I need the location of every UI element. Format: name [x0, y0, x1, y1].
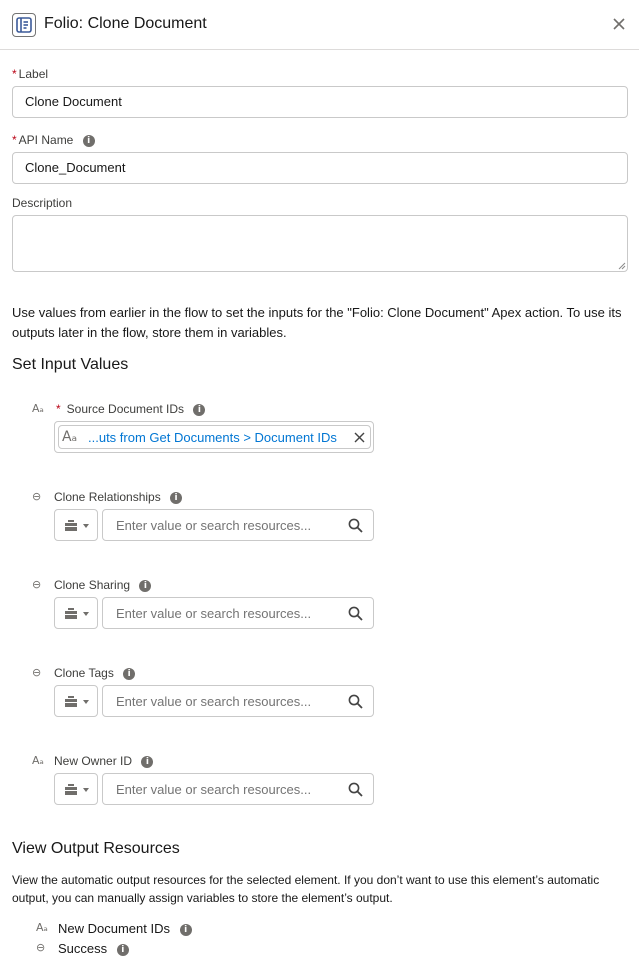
boolean-type-icon: ⊖ — [32, 490, 42, 503]
data-type-picker[interactable] — [54, 509, 98, 541]
text-type-icon: Aₐ — [32, 754, 44, 767]
boolean-type-icon: ⊖ — [32, 578, 42, 591]
new-owner-id-label: New Owner ID i — [54, 754, 154, 768]
chevron-down-icon — [83, 788, 89, 792]
clone-relationships-label: Clone Relationships i — [54, 490, 183, 504]
description-field-label: Description — [12, 196, 73, 210]
info-icon[interactable]: i — [82, 134, 95, 147]
description-textarea[interactable] — [12, 215, 628, 272]
info-icon[interactable]: i — [193, 403, 206, 416]
source-document-ids-label: * Source Document IDs i — [56, 402, 206, 416]
required-marker: * — [56, 402, 61, 416]
resource-search-box[interactable] — [102, 509, 374, 541]
resource-pill[interactable]: Aₐ ...uts from Get Documents > Document … — [58, 425, 371, 449]
resource-picker-icon — [65, 608, 77, 619]
data-type-picker[interactable] — [54, 597, 98, 629]
clone-sharing-label: Clone Sharing i — [54, 578, 152, 592]
chevron-down-icon — [83, 700, 89, 704]
source-document-ids-input[interactable]: Aₐ ...uts from Get Documents > Document … — [54, 421, 374, 453]
info-icon[interactable]: i — [123, 667, 136, 680]
data-type-picker[interactable] — [54, 685, 98, 717]
close-icon[interactable] — [611, 16, 627, 32]
search-icon — [348, 606, 363, 621]
text-type-icon: Aₐ — [32, 402, 44, 415]
info-icon[interactable]: i — [139, 579, 152, 592]
data-type-picker[interactable] — [54, 773, 98, 805]
clone-tags-input[interactable] — [104, 687, 340, 715]
clone-relationships-input[interactable] — [104, 511, 340, 539]
required-marker: * — [12, 133, 17, 147]
resource-search-box[interactable] — [102, 685, 374, 717]
search-icon — [348, 782, 363, 797]
boolean-type-icon: ⊖ — [32, 666, 42, 679]
api-name-input[interactable]: Clone_Document — [12, 152, 628, 184]
label-field-label: * Label — [12, 67, 49, 81]
resource-search-box[interactable] — [102, 597, 374, 629]
required-marker: * — [12, 67, 17, 81]
info-icon[interactable]: i — [116, 943, 129, 956]
flow-action-icon — [12, 13, 36, 37]
resource-picker-icon — [65, 784, 77, 795]
api-name-field-label: * API Name i — [12, 133, 95, 147]
output-new-document-ids: New Document IDs i — [58, 921, 192, 936]
output-description: View the automatic output resources for … — [12, 873, 600, 905]
search-icon — [348, 694, 363, 709]
label-input[interactable]: Clone Document — [12, 86, 628, 118]
resource-search-box[interactable] — [102, 773, 374, 805]
text-type-icon: Aₐ — [62, 429, 78, 445]
remove-pill-icon[interactable] — [354, 432, 365, 443]
chevron-down-icon — [83, 612, 89, 616]
view-output-resources-heading: View Output Resources — [12, 840, 180, 857]
clone-tags-label: Clone Tags i — [54, 666, 136, 680]
info-icon[interactable]: i — [179, 923, 192, 936]
resource-picker-icon — [65, 696, 77, 707]
output-success: Success i — [58, 941, 129, 956]
resize-grip-icon[interactable] — [618, 262, 626, 270]
resource-pill-label: ...uts from Get Documents > Document IDs — [88, 430, 337, 445]
clone-sharing-input[interactable] — [104, 599, 340, 627]
search-icon — [348, 518, 363, 533]
intro-text: Use values from earlier in the flow to s… — [12, 305, 622, 340]
modal-header: Folio: Clone Document — [0, 0, 639, 50]
text-type-icon: Aₐ — [36, 921, 48, 934]
modal-title: Folio: Clone Document — [44, 15, 207, 32]
resource-picker-icon — [65, 520, 77, 531]
set-input-values-heading: Set Input Values — [12, 356, 129, 373]
new-owner-id-input[interactable] — [104, 775, 340, 803]
info-icon[interactable]: i — [170, 491, 183, 504]
boolean-type-icon: ⊖ — [36, 941, 46, 954]
info-icon[interactable]: i — [141, 755, 154, 768]
chevron-down-icon — [83, 524, 89, 528]
